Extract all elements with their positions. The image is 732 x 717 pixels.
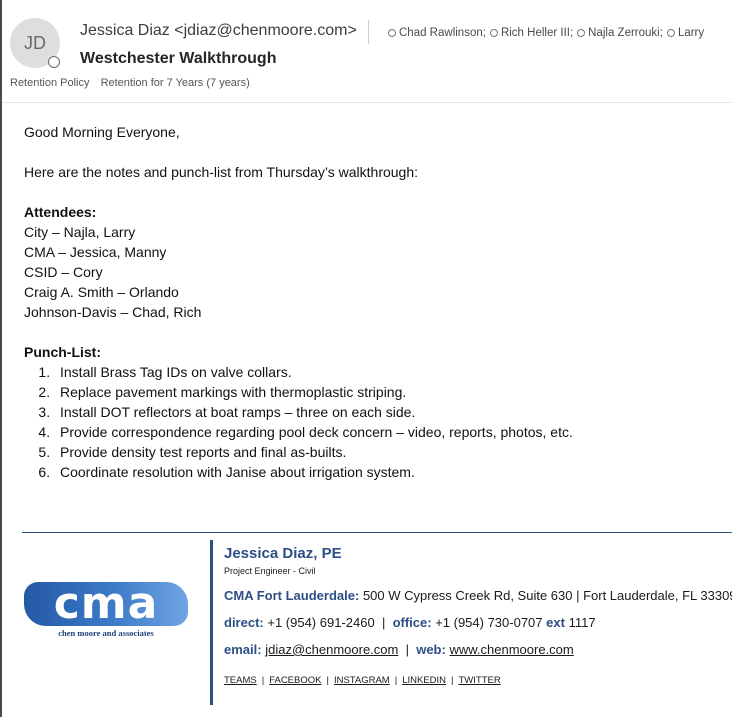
email-header: JD Jessica Diaz <jdiaz@chenmoore.com> We… xyxy=(2,0,732,103)
retention-policy-value: Retention for 7 Years (7 years) xyxy=(100,77,250,89)
header-divider xyxy=(368,20,369,44)
office-address: 500 W Cypress Creek Rd, Suite 630 | Fort… xyxy=(362,588,732,603)
email-link[interactable]: jdiaz@chenmoore.com xyxy=(265,642,398,657)
signature-contact-line: email: jdiaz@chenmoore.com | web: www.ch… xyxy=(224,642,574,657)
punchlist-item: Replace pavement markings with thermopla… xyxy=(54,382,724,402)
company-logo: cma chen moore and associates xyxy=(24,578,188,642)
greeting: Good Morning Everyone, xyxy=(24,124,180,140)
logo-tagline: chen moore and associates xyxy=(58,628,154,638)
ext-number: 1117 xyxy=(568,615,596,630)
signature-title: Project Engineer - Civil xyxy=(224,566,316,576)
signature-vertical-rule xyxy=(210,540,213,705)
signature-office-line: CMA Fort Lauderdale: 500 W Cypress Creek… xyxy=(224,588,732,603)
logo-wordmark: cma xyxy=(53,578,159,629)
attendee-line: CSID – Cory xyxy=(24,264,103,280)
recipient-name: Najla Zerrouki; xyxy=(588,27,663,39)
punchlist-item: Install DOT reflectors at boat ramps – t… xyxy=(54,402,724,422)
signature-phone-line: direct: +1 (954) 691-2460 | office: +1 (… xyxy=(224,615,596,630)
attendee-line: Johnson-Davis – Chad, Rich xyxy=(24,304,202,320)
punchlist-item: Provide density test reports and final a… xyxy=(54,442,724,462)
email-reading-pane: JD Jessica Diaz <jdiaz@chenmoore.com> We… xyxy=(0,0,732,717)
recipient-name: Rich Heller III; xyxy=(500,27,574,39)
punchlist-item: Provide correspondence regarding pool de… xyxy=(54,422,724,442)
presence-ring-icon xyxy=(577,29,586,37)
punchlist-item: Coordinate resolution with Janise about … xyxy=(54,462,724,482)
punchlist: Install Brass Tag IDs on valve collars. … xyxy=(24,362,724,482)
facebook-link[interactable]: FACEBOOK xyxy=(269,675,321,686)
attendees-heading: Attendees: xyxy=(24,204,97,220)
sender-name[interactable]: Jessica Diaz <jdiaz@chenmoore.com> xyxy=(80,22,357,40)
signature-name: Jessica Diaz, PE xyxy=(224,545,342,562)
recipient-name: Chad Rawlinson; xyxy=(399,27,486,39)
instagram-link[interactable]: INSTAGRAM xyxy=(334,675,390,686)
email-signature: Jessica Diaz, PE Project Engineer - Civi… xyxy=(224,545,732,686)
presence-ring-icon xyxy=(489,29,498,37)
twitter-link[interactable]: TWITTER xyxy=(458,675,500,686)
office-phone-label: office: xyxy=(392,615,432,630)
attendee-line: Craig A. Smith – Orlando xyxy=(24,284,179,300)
direct-label: direct: xyxy=(224,615,264,630)
recipient-chip[interactable]: Larry xyxy=(666,27,705,39)
direct-number: +1 (954) 691-2460 xyxy=(267,615,375,630)
presence-status-icon xyxy=(48,56,60,68)
recipient-chip[interactable]: Rich Heller III; xyxy=(489,27,574,39)
ext-label: ext xyxy=(546,615,565,630)
presence-ring-icon xyxy=(666,29,675,37)
intro-text: Here are the notes and punch-list from T… xyxy=(24,164,419,180)
email-subject: Westchester Walkthrough xyxy=(80,50,277,67)
linkedin-link[interactable]: LINKEDIN xyxy=(402,675,446,686)
recipient-chip[interactable]: Najla Zerrouki; xyxy=(577,27,663,39)
presence-ring-icon xyxy=(388,29,396,37)
office-label: CMA Fort Lauderdale: xyxy=(224,588,360,603)
avatar-initials: JD xyxy=(24,32,46,53)
attendee-line: City – Najla, Larry xyxy=(24,224,136,240)
office-phone: +1 (954) 730-0707 xyxy=(435,615,543,630)
retention-policy: Retention Policy Retention for 7 Years (… xyxy=(10,77,250,89)
punchlist-item: Install Brass Tag IDs on valve collars. xyxy=(54,362,724,382)
web-label: web: xyxy=(416,642,446,657)
web-link[interactable]: www.chenmoore.com xyxy=(449,642,573,657)
teams-link[interactable]: TEAMS xyxy=(224,675,257,686)
recipient-chip[interactable]: Chad Rawlinson; xyxy=(388,27,486,39)
email-label: email: xyxy=(224,642,262,657)
retention-policy-label: Retention Policy xyxy=(10,77,90,89)
signature-divider xyxy=(22,532,732,533)
punchlist-heading: Punch-List: xyxy=(24,344,101,360)
attendee-line: CMA – Jessica, Manny xyxy=(24,244,167,260)
recipient-name: Larry xyxy=(677,27,705,39)
social-links: TEAMS | FACEBOOK | INSTAGRAM | LINKEDIN | TWITTE… xyxy=(224,675,501,686)
recipient-list: Chad Rawlinson; Rich Heller III; Najla Z… xyxy=(388,27,708,39)
email-body: Good Morning Everyone, Here are the note… xyxy=(24,122,724,482)
